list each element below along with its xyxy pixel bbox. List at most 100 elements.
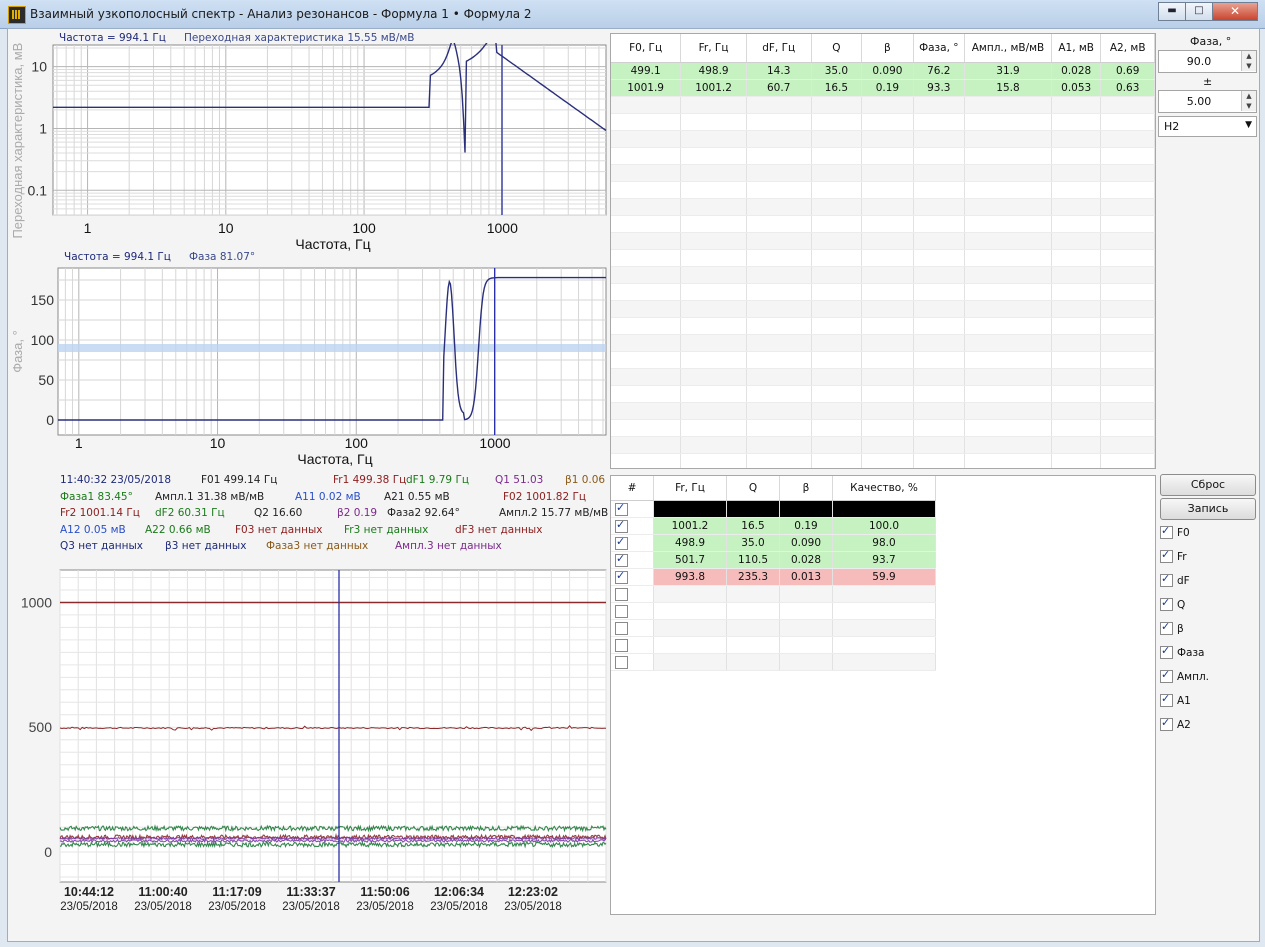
spin-up-icon[interactable]: ▲: [1241, 91, 1256, 101]
table-row[interactable]: [611, 500, 936, 518]
phase-spinner[interactable]: 90.0 ▲ ▼: [1158, 50, 1257, 73]
info-value: Fr1 499.38 Гц: [333, 474, 407, 486]
table2-cell: [653, 585, 727, 603]
plot1-xlabel: Частота, Гц: [295, 236, 370, 252]
checkbox-label: β: [1177, 622, 1184, 635]
row-checkbox[interactable]: [615, 552, 628, 567]
row-checkbox[interactable]: [615, 638, 628, 652]
row-checkbox[interactable]: [615, 621, 628, 635]
table1-cell: 499.1: [611, 62, 682, 80]
minimize-button[interactable]: ▬: [1158, 2, 1186, 21]
table1-header[interactable]: Ампл., мВ/мВ: [964, 34, 1052, 63]
column-check-0[interactable]: F0: [1160, 524, 1190, 539]
trend-xtick-time: 10:44:12: [64, 885, 114, 899]
row-checkbox[interactable]: [615, 569, 628, 584]
info-value: Fr3 нет данных: [344, 523, 429, 536]
row-checkbox[interactable]: [615, 604, 628, 618]
table2-header[interactable]: #: [611, 476, 654, 501]
tolerance-spinner[interactable]: 5.00 ▲ ▼: [1158, 90, 1257, 113]
record-button[interactable]: Запись: [1160, 498, 1256, 520]
table1-header[interactable]: F0, Гц: [611, 34, 682, 63]
maximize-button[interactable]: □: [1185, 2, 1213, 21]
table1-header[interactable]: dF, Гц: [746, 34, 812, 63]
phase-value[interactable]: 90.0: [1159, 51, 1239, 72]
table1-header[interactable]: A1, мВ: [1051, 34, 1102, 63]
table-row[interactable]: 1001.9 1001.2 60.7 16.5 0.19 93.3 15.8 0.053 0.6…: [611, 79, 1155, 97]
checkbox[interactable]: [1160, 692, 1173, 707]
table1-cell: 0.69: [1100, 62, 1155, 80]
spin-down-icon[interactable]: ▼: [1241, 101, 1256, 111]
column-check-5[interactable]: Фаза: [1160, 644, 1205, 659]
trend-plot[interactable]: 1000 500 0 10:44:12 23/05/2018 11:00:40 23/05/…: [8, 567, 608, 917]
column-check-4[interactable]: β: [1160, 620, 1184, 635]
tolerance-label: ±: [1203, 75, 1213, 88]
tolerance-value[interactable]: 5.00: [1159, 91, 1239, 112]
info-value: A11 0.02 мВ: [295, 490, 361, 503]
phase-plot[interactable]: 150 100 50 0 1 10 100 1000 Частота, Гц Фаза, °: [8, 263, 608, 469]
column-check-6[interactable]: Ампл.: [1160, 668, 1209, 683]
plot2-xlabel: Частота, Гц: [297, 451, 372, 467]
table-row[interactable]: [611, 653, 936, 671]
table-row[interactable]: 993.8235.30.01359.9: [611, 568, 936, 586]
checkbox[interactable]: [1160, 644, 1173, 659]
spin-up-icon[interactable]: ▲: [1241, 51, 1256, 61]
table2-cell: 59.9: [832, 568, 936, 586]
close-button[interactable]: ✕: [1212, 2, 1258, 21]
column-check-2[interactable]: dF: [1160, 572, 1190, 587]
channel-select[interactable]: H2 ▼: [1158, 116, 1257, 137]
checkbox[interactable]: [1160, 572, 1173, 587]
table1-header[interactable]: Fr, Гц: [680, 34, 747, 63]
row-checkbox[interactable]: [615, 535, 628, 550]
table1-header[interactable]: β: [861, 34, 914, 63]
table2-cell: [726, 619, 780, 637]
row-checkbox[interactable]: [615, 587, 628, 601]
column-check-1[interactable]: Fr: [1160, 548, 1187, 563]
row-checkbox[interactable]: [615, 501, 628, 516]
checkbox[interactable]: [1160, 524, 1173, 539]
table1-cell: 498.9: [680, 62, 747, 80]
table1-cell: 76.2: [913, 62, 966, 80]
table2-cell: [653, 602, 727, 620]
table2-header[interactable]: β: [779, 476, 833, 501]
spin-down-icon[interactable]: ▼: [1241, 61, 1256, 71]
table1-header[interactable]: A2, мВ: [1100, 34, 1155, 63]
checkbox[interactable]: [1160, 716, 1173, 731]
table1-cell: 0.053: [1051, 79, 1102, 97]
info-value: A12 0.05 мВ: [60, 523, 126, 536]
table1-header[interactable]: Q: [811, 34, 863, 63]
table-row[interactable]: 501.7110.50.02893.7: [611, 551, 936, 569]
column-check-3[interactable]: Q: [1160, 596, 1185, 611]
empty-row: [611, 334, 1155, 352]
table-row[interactable]: [611, 619, 936, 637]
table2-header[interactable]: Q: [726, 476, 780, 501]
checkbox[interactable]: [1160, 668, 1173, 683]
table1-header[interactable]: Фаза, °: [913, 34, 966, 63]
column-check-7[interactable]: A1: [1160, 692, 1191, 707]
table-row[interactable]: 499.1 498.9 14.3 35.0 0.090 76.2 31.9 0.028 0.69: [611, 62, 1155, 80]
table2-header[interactable]: Fr, Гц: [653, 476, 727, 501]
checkbox[interactable]: [1160, 596, 1173, 611]
reset-button[interactable]: Сброс: [1160, 474, 1256, 496]
table-row[interactable]: [611, 636, 936, 654]
row-checkbox[interactable]: [615, 655, 628, 669]
plot2-xtick-label: 1000: [479, 435, 510, 451]
checkbox-label: Фаза: [1177, 646, 1205, 659]
table2-cell: 35.0: [726, 534, 780, 552]
trend-ytick-label: 0: [44, 844, 52, 860]
table2-cell: [726, 653, 780, 671]
table-row[interactable]: [611, 585, 936, 603]
plot2-ytick-label: 0: [46, 412, 54, 428]
info-value: Fr2 1001.14 Гц: [60, 507, 140, 519]
table2-header[interactable]: Качество, %: [832, 476, 936, 501]
empty-row: [611, 113, 1155, 131]
table-row[interactable]: 498.935.00.09098.0: [611, 534, 936, 552]
info-value: dF1 9.79 Гц: [406, 474, 469, 486]
info-value: dF2 60.31 Гц: [155, 507, 225, 519]
checkbox[interactable]: [1160, 620, 1173, 635]
row-checkbox[interactable]: [615, 518, 628, 533]
table-row[interactable]: [611, 602, 936, 620]
column-check-8[interactable]: A2: [1160, 716, 1191, 731]
magnitude-plot[interactable]: 10 1 0.1 1 10 100 1000 Частота, Гц Переходная ха…: [8, 43, 608, 265]
checkbox[interactable]: [1160, 548, 1173, 563]
table-row[interactable]: 1001.216.50.19100.0: [611, 517, 936, 535]
